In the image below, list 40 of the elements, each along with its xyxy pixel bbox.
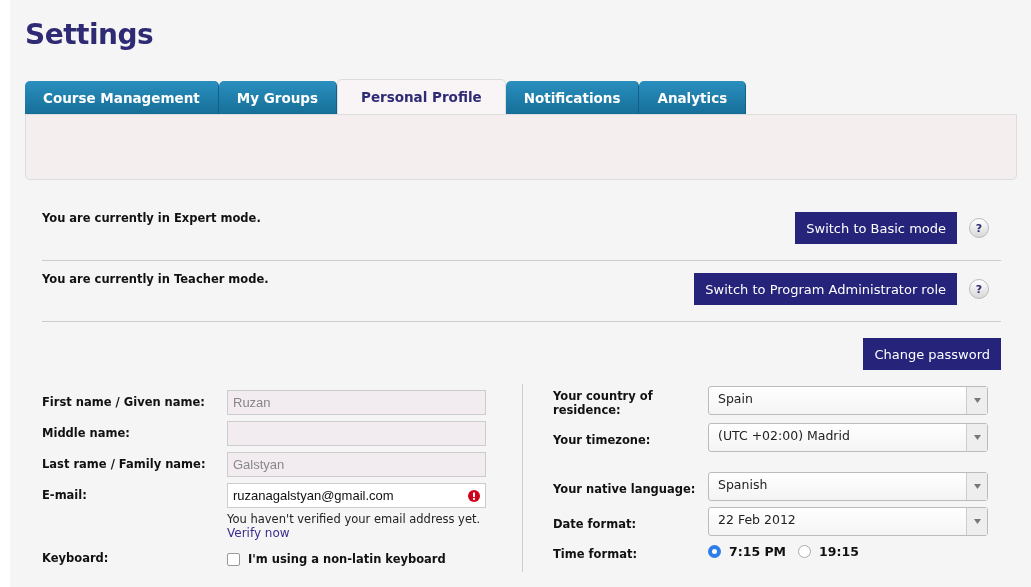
time-format-radio[interactable]: 7:15 PM — [708, 544, 787, 559]
tab[interactable]: Course Management — [25, 81, 219, 114]
help-icon[interactable]: ? — [969, 218, 989, 238]
mode-text: You are currently in Expert mode. — [42, 211, 261, 225]
field-label: Last rame / Family name: — [42, 456, 207, 471]
field-label: Your country of residence: — [553, 388, 654, 417]
page-title: Settings — [25, 18, 155, 51]
mode-text: You are currently in Teacher mode. — [42, 272, 269, 286]
input-field[interactable]: ruzanagalstyan@gmail.com — [227, 483, 486, 508]
tab[interactable]: Analytics — [639, 81, 747, 114]
field-label: Keyboard: — [42, 550, 110, 565]
change-password-button[interactable]: Change password — [863, 338, 1001, 370]
keyboard-checkbox[interactable]: I'm using a non-latin keyboard — [227, 546, 486, 566]
switch-mode-button[interactable]: Switch to Program Administrator role — [694, 273, 957, 305]
field-label: Middle name: — [42, 425, 131, 440]
tab[interactable]: Personal Profile — [337, 79, 506, 114]
help-icon[interactable]: ? — [969, 279, 989, 299]
field-label: Your timezone: — [553, 432, 652, 447]
select-field[interactable]: Spain — [708, 386, 988, 415]
select-field[interactable]: Spanish — [708, 472, 988, 501]
caret-icon — [973, 435, 981, 440]
radio[interactable] — [708, 545, 721, 558]
tab[interactable]: My Groups — [218, 81, 337, 114]
caret-icon — [973, 484, 981, 489]
verify-link[interactable]: Verify now — [227, 526, 486, 540]
field-label: Time format: — [553, 546, 638, 561]
caret-icon — [973, 398, 981, 403]
time-format-radio[interactable]: 19:15 — [798, 544, 859, 559]
field-label: E-mail: — [42, 487, 88, 502]
caret-icon — [973, 519, 981, 524]
field-label: First name / Given name: — [42, 394, 206, 409]
select-field[interactable]: (UTC +02:00) Madrid — [708, 423, 988, 452]
field-label: Date format: — [553, 516, 638, 531]
verify-note: You haven't verified your email address yet. — [227, 512, 482, 526]
switch-mode-button[interactable]: Switch to Basic mode — [795, 212, 957, 244]
checkbox[interactable] — [227, 552, 240, 566]
select-field[interactable]: 22 Feb 2012 — [708, 507, 988, 536]
tab[interactable]: Notifications — [505, 81, 640, 114]
field-label: Your native language: — [553, 481, 697, 496]
radio[interactable] — [798, 545, 812, 558]
